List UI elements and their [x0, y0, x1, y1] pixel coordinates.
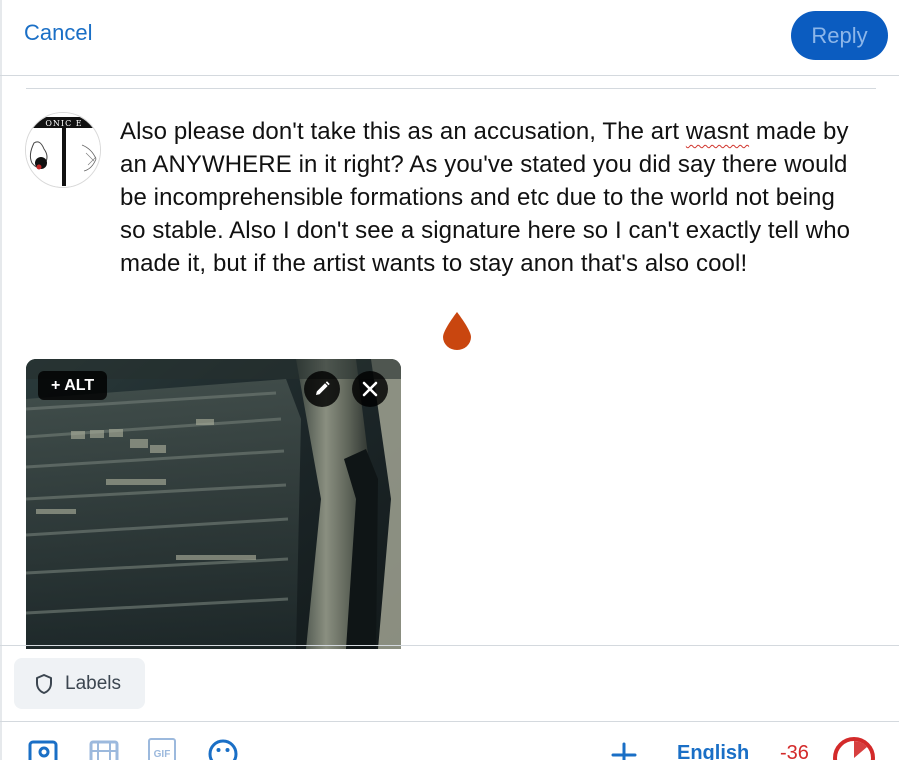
divider [0, 721, 899, 722]
plus-icon[interactable] [611, 742, 637, 760]
divider [26, 88, 876, 89]
add-alt-text-button[interactable]: + ALT [38, 371, 108, 400]
divider [0, 645, 899, 646]
window-edge [0, 0, 2, 760]
image-icon[interactable] [28, 738, 58, 760]
post-text-input[interactable]: Also please don't take this as an accusa… [120, 115, 860, 280]
shield-icon [36, 673, 52, 694]
misspelled-word[interactable]: wasnt [686, 118, 749, 145]
emoji-icon[interactable] [207, 738, 239, 760]
character-count: -36 [780, 742, 809, 760]
language-selector[interactable]: English [677, 742, 749, 760]
edit-image-button[interactable] [304, 371, 340, 407]
labels-button-label: Labels [65, 672, 121, 694]
reply-button-label: Reply [811, 22, 868, 48]
avatar-logo-text: ONIC E [45, 119, 82, 128]
cancel-button[interactable]: Cancel [24, 20, 92, 46]
close-icon [362, 381, 378, 397]
alt-label: + ALT [51, 376, 95, 394]
reply-button[interactable]: Reply [791, 11, 888, 60]
avatar[interactable]: ONIC E [25, 112, 101, 188]
labels-button[interactable]: Labels [14, 658, 145, 709]
remove-image-button[interactable] [352, 371, 388, 407]
character-limit-ring [833, 737, 875, 760]
post-text-start: Also please don't take this as an accusa… [120, 118, 686, 145]
attachment-image [26, 359, 401, 649]
avatar-image: ONIC E [26, 113, 100, 187]
gif-icon[interactable]: GIF [148, 738, 176, 760]
gif-label: GIF [153, 749, 171, 760]
composer-header: Cancel Reply [0, 0, 899, 76]
image-attachment[interactable]: + ALT [26, 359, 401, 649]
water-drop-icon[interactable] [441, 310, 473, 350]
pencil-icon [316, 381, 330, 395]
video-icon[interactable] [89, 738, 119, 760]
